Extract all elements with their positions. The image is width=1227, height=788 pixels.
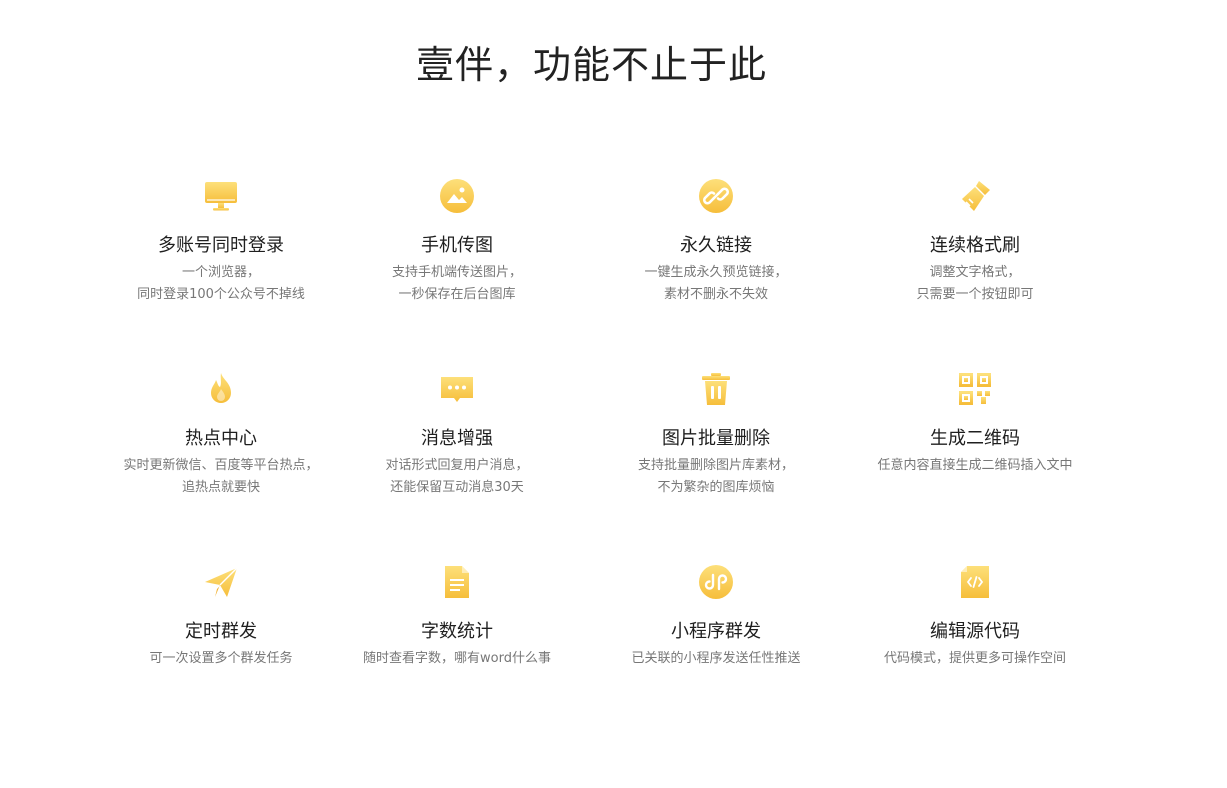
fire-icon (203, 371, 239, 407)
feature-description: 调整文字格式， 只需要一个按钮即可 (916, 265, 1034, 302)
feature-card-phone-upload[interactable]: 手机传图 支持手机端传送图片， 一秒保存在后台图库 (342, 172, 572, 365)
feature-title: 消息增强 (421, 428, 493, 449)
trash-icon (698, 371, 734, 407)
brush-icon (957, 178, 993, 214)
feature-card-edit-source[interactable]: 编辑源代码 代码模式，提供更多可操作空间 (860, 558, 1090, 751)
feature-title: 生成二维码 (930, 428, 1020, 449)
send-icon (203, 564, 239, 600)
feature-title: 小程序群发 (671, 621, 761, 642)
feature-title: 定时群发 (185, 621, 257, 642)
message-icon (439, 371, 475, 407)
feature-title: 永久链接 (680, 235, 752, 256)
link-icon (698, 178, 734, 214)
feature-description: 支持手机端传送图片， 一秒保存在后台图库 (391, 265, 522, 302)
feature-title: 图片批量删除 (662, 428, 770, 449)
image-icon (439, 178, 475, 214)
feature-title: 手机传图 (421, 235, 493, 256)
miniprogram-icon (698, 564, 734, 600)
feature-card-hot-topics[interactable]: 热点中心 实时更新微信、百度等平台热点， 追热点就要快 (100, 365, 342, 558)
feature-description: 支持批量删除图片库素材， 不为繁杂的图库烦恼 (637, 458, 794, 495)
feature-card-message-enhance[interactable]: 消息增强 对话形式回复用户消息， 还能保留互动消息30天 (342, 365, 572, 558)
feature-title: 编辑源代码 (930, 621, 1020, 642)
feature-description: 实时更新微信、百度等平台热点， 追热点就要快 (123, 458, 319, 495)
feature-card-format-brush[interactable]: 连续格式刷 调整文字格式， 只需要一个按钮即可 (860, 172, 1090, 365)
feature-description: 可一次设置多个群发任务 (149, 651, 293, 666)
feature-description: 一键生成永久预览链接， 素材不删永不失效 (644, 265, 788, 302)
feature-card-permanent-link[interactable]: 永久链接 一键生成永久预览链接， 素材不删永不失效 (572, 172, 860, 365)
feature-description: 代码模式，提供更多可操作空间 (883, 651, 1066, 666)
qrcode-icon (957, 371, 993, 407)
feature-description: 对话形式回复用户消息， 还能保留互动消息30天 (385, 458, 529, 495)
page-title: 壹伴，功能不止于此 (415, 43, 767, 87)
code-icon (957, 564, 993, 600)
feature-grid: 多账号同时登录 一个浏览器， 同时登录100个公众号不掉线 手机传图 支持手机端传… (100, 172, 1090, 751)
feature-description: 一个浏览器， 同时登录100个公众号不掉线 (137, 265, 305, 302)
feature-description: 随时查看字数，哪有word什么事 (363, 651, 551, 666)
feature-card-miniprogram-send[interactable]: 小程序群发 已关联的小程序发送任性推送 (572, 558, 860, 751)
document-icon (439, 564, 475, 600)
feature-title: 多账号同时登录 (158, 235, 284, 256)
feature-card-scheduled-send[interactable]: 定时群发 可一次设置多个群发任务 (100, 558, 342, 751)
feature-title: 字数统计 (421, 621, 493, 642)
feature-page: 壹伴，功能不止于此 多账号同时登录 一个浏览器， 同时登录100个公众号不掉线 手… (0, 0, 1227, 788)
feature-description: 已关联的小程序发送任性推送 (631, 651, 801, 666)
feature-card-qrcode[interactable]: 生成二维码 任意内容直接生成二维码插入文中 (860, 365, 1090, 558)
feature-card-multi-account-login[interactable]: 多账号同时登录 一个浏览器， 同时登录100个公众号不掉线 (100, 172, 342, 365)
feature-description: 任意内容直接生成二维码插入文中 (877, 458, 1073, 473)
feature-title: 热点中心 (185, 428, 257, 449)
monitor-icon (203, 178, 239, 214)
feature-card-word-count[interactable]: 字数统计 随时查看字数，哪有word什么事 (342, 558, 572, 751)
feature-card-batch-delete[interactable]: 图片批量删除 支持批量删除图片库素材， 不为繁杂的图库烦恼 (572, 365, 860, 558)
feature-title: 连续格式刷 (930, 235, 1020, 256)
